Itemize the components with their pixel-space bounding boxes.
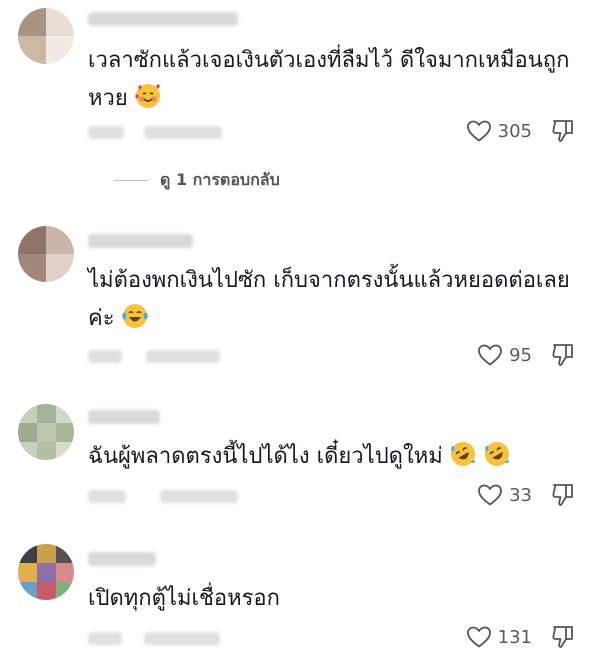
dislike-icon[interactable] [550,624,576,650]
comment-body: เปิดทุกตู้ไม่เชื่อหรอก [88,586,280,611]
comment-text: ฉันผู้พลาดตรงนี้ไปได้ไง เดี๋ยวไปดูใหม่ [88,438,578,476]
comment-text: ไม่ต้องพกเงินไปซัก เก็บจากตรงนั้นแล้วหยอ… [88,262,578,338]
comment-text: เวลาซักแล้วเจอเงินตัวเองที่ลืมไว้ ดีใจมา… [88,42,578,118]
avatar[interactable] [18,404,74,460]
view-replies-button[interactable]: ดู 1 การตอบกลับ [114,168,280,193]
heart-outline-icon [466,626,491,648]
face-with-tears-of-joy-icon [121,304,148,328]
smiling-face-with-hearts-icon [134,84,160,108]
dislike-icon[interactable] [550,342,576,368]
like-button[interactable]: 305 [466,118,532,144]
like-count: 131 [497,626,532,648]
like-count: 305 [497,120,532,142]
like-count: 33 [509,484,532,506]
view-replies-label: ดู 1 การตอบกลับ [160,170,280,189]
username-blurred[interactable] [88,12,238,26]
avatar[interactable] [18,544,74,600]
username-blurred[interactable] [88,234,193,248]
avatar[interactable] [18,226,74,282]
avatar[interactable] [18,8,74,64]
heart-outline-icon [478,484,502,506]
username-blurred[interactable] [88,410,160,424]
comment-text: เปิดทุกตู้ไม่เชื่อหรอก [88,580,578,618]
like-button[interactable]: 33 [477,482,532,508]
heart-outline-icon [466,120,491,142]
like-button[interactable]: 95 [477,342,532,368]
rolling-on-floor-laughing-icon [450,442,475,466]
like-count: 95 [509,344,532,366]
dislike-icon[interactable] [550,118,576,144]
heart-outline-icon [478,344,502,366]
comment-body: ไม่ต้องพกเงินไปซัก เก็บจากตรงนั้นแล้วหยอ… [88,268,570,331]
username-blurred[interactable] [88,552,156,566]
comment-body: ฉันผู้พลาดตรงนี้ไปได้ไง เดี๋ยวไปดูใหม่ [88,444,443,469]
replies-divider [114,180,148,181]
dislike-icon[interactable] [550,482,576,508]
rolling-on-floor-laughing-icon [484,442,509,466]
like-button[interactable]: 131 [466,624,532,650]
